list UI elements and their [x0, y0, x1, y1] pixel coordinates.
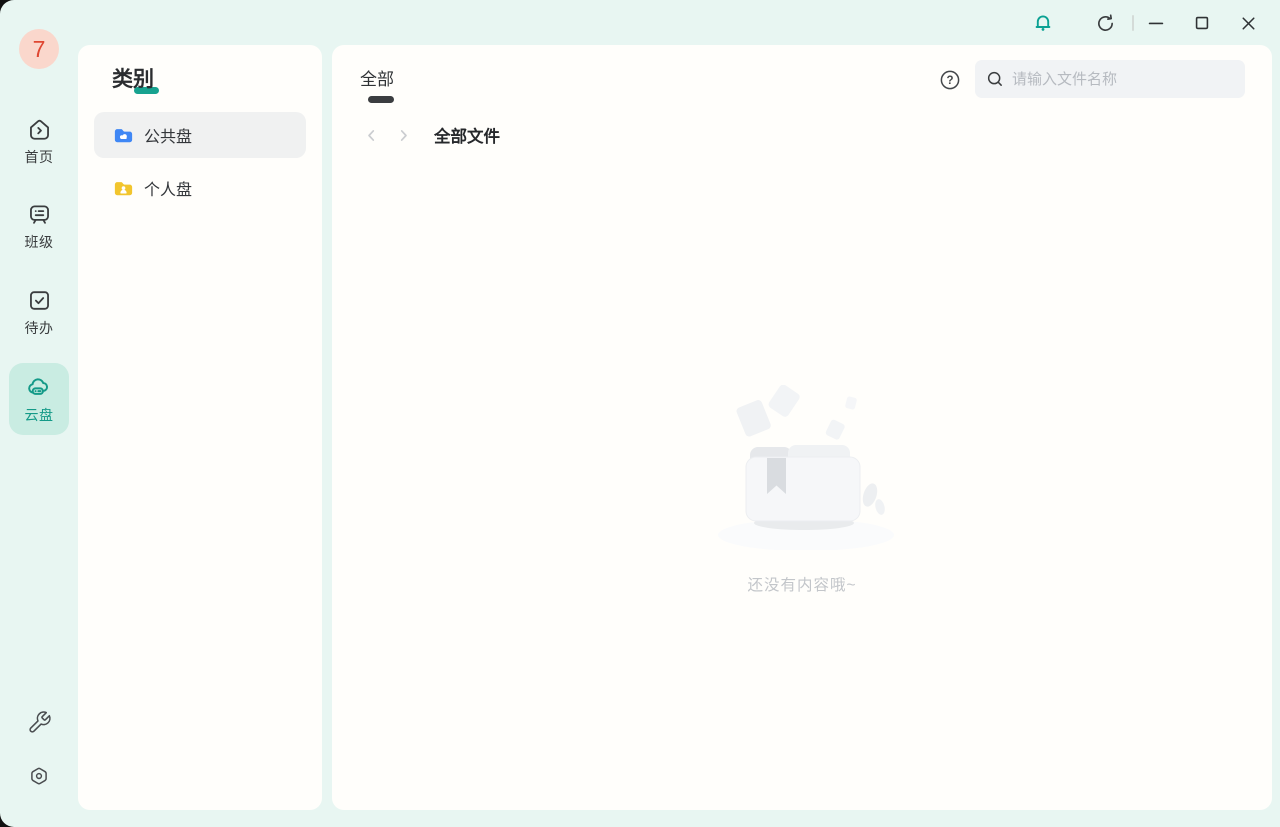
app-window: 7 首页 班级 待办: [0, 0, 1280, 827]
cloud-drive-icon: [25, 373, 53, 401]
category-panel-title: 类别: [112, 63, 154, 93]
help-icon[interactable]: ?: [938, 68, 962, 92]
sidebar-item-label: 班级: [25, 232, 54, 252]
folder-cloud-icon: [112, 124, 135, 147]
maximize-icon[interactable]: [1189, 10, 1215, 36]
tab-all[interactable]: 全部: [360, 65, 394, 90]
category-item-label: 个人盘: [144, 176, 192, 200]
category-item-label: 公共盘: [144, 123, 192, 147]
empty-box-illustration: [710, 385, 895, 550]
sidebar-item-label: 云盘: [25, 405, 54, 425]
sidebar-item-label: 首页: [25, 147, 54, 167]
titlebar-divider: [1132, 15, 1134, 31]
sidebar-item-class[interactable]: 班级: [9, 194, 69, 258]
titlebar: [1000, 0, 1280, 46]
breadcrumb-title: 全部文件: [434, 123, 500, 147]
sidebar-item-label: 待办: [25, 318, 54, 338]
empty-state-message: 还没有内容哦~: [332, 573, 1272, 595]
svg-text:?: ?: [946, 75, 953, 87]
empty-state: 还没有内容哦~: [332, 385, 1272, 595]
avatar-badge: 7: [33, 36, 46, 63]
breadcrumb: 全部文件: [360, 123, 500, 147]
file-search[interactable]: [975, 60, 1245, 98]
chevron-left-icon[interactable]: [360, 124, 382, 146]
todo-check-icon: [26, 287, 53, 314]
folder-person-icon: [112, 177, 135, 200]
main-panel: 全部 ?: [332, 45, 1272, 810]
sidebar-item-clouddrive[interactable]: 云盘: [9, 363, 69, 435]
refresh-icon[interactable]: [1092, 10, 1118, 36]
user-avatar[interactable]: 7: [19, 29, 59, 69]
tools-button[interactable]: [0, 710, 78, 735]
settings-nut-icon: [27, 765, 51, 789]
wrench-icon: [27, 710, 52, 735]
home-icon: [26, 116, 53, 143]
category-item-personal-drive[interactable]: 个人盘: [94, 165, 306, 211]
close-icon[interactable]: [1235, 10, 1261, 36]
search-input[interactable]: [1012, 71, 1235, 88]
bell-icon[interactable]: [1030, 10, 1056, 36]
minimize-icon[interactable]: [1143, 10, 1169, 36]
category-item-public-drive[interactable]: 公共盘: [94, 112, 306, 158]
chevron-right-icon[interactable]: [392, 124, 414, 146]
category-panel: 类别 公共盘: [78, 45, 322, 810]
sidebar-item-home[interactable]: 首页: [9, 109, 69, 173]
settings-button[interactable]: [0, 765, 78, 789]
tab-active-underline: [368, 96, 394, 103]
search-icon: [985, 69, 1005, 89]
classboard-icon: [26, 201, 53, 228]
sidebar-item-todo[interactable]: 待办: [9, 280, 69, 344]
